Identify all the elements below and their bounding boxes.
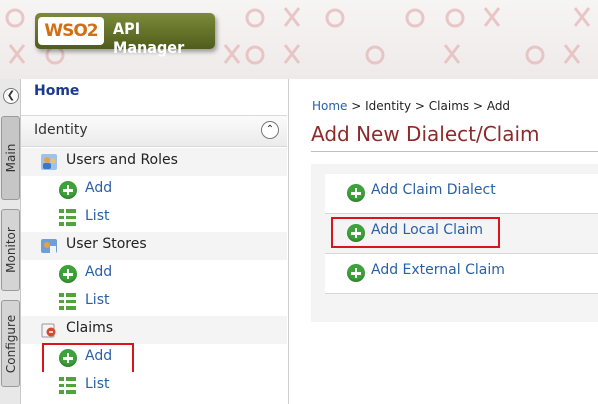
add-icon [59, 181, 77, 199]
product-name: API Manager [113, 19, 185, 57]
menu-group-users-roles[interactable]: Users and Roles [21, 148, 287, 177]
breadcrumb: Home > Identity > Claims > Add [312, 99, 510, 113]
tab-main[interactable]: Main [1, 116, 20, 200]
wso2-logo[interactable]: WSO2 API Manager [35, 13, 215, 57]
tab-configure[interactable]: Configure [1, 300, 20, 387]
tab-configure-label: Configure [3, 314, 18, 373]
add-external-claim-option[interactable]: Add External Claim [325, 254, 598, 294]
title-divider [311, 151, 598, 152]
breadcrumb-path: > Identity > Claims > Add [347, 99, 511, 113]
item-label: List [85, 208, 110, 224]
item-label: Add [85, 264, 113, 280]
collapse-menu-icon[interactable]: ❮ [3, 88, 19, 104]
menu-group-user-stores[interactable]: User Stores [21, 232, 287, 261]
add-icon [59, 265, 77, 283]
option-label: Add Claim Dialect [371, 182, 496, 198]
collapse-section-icon[interactable]: ⌃ [261, 121, 279, 139]
menu-group-claims[interactable]: Claims [21, 316, 287, 345]
claims-icon [41, 323, 56, 338]
add-icon [347, 184, 365, 202]
list-icon [59, 293, 77, 311]
menu-home-link[interactable]: Home [34, 83, 79, 99]
vertical-tab-bar: ❮ Main Monitor Configure [0, 79, 21, 404]
item-label: List [85, 292, 110, 308]
group-label: User Stores [66, 236, 147, 252]
left-menu: Home Identity ⌃ Users and Roles Add List… [21, 79, 289, 404]
page-title: Add New Dialect/Claim [311, 122, 540, 146]
highlight-box [42, 343, 134, 374]
menu-item-claims-list[interactable]: List [21, 372, 287, 400]
header: WSO2 API Manager [0, 0, 598, 79]
section-label: Identity [34, 122, 88, 138]
menu-section-identity[interactable]: Identity ⌃ [21, 115, 287, 147]
list-icon [59, 209, 77, 227]
option-label: Add External Claim [371, 262, 505, 278]
main-content: Home > Identity > Claims > Add Add New D… [289, 79, 598, 404]
users-icon [41, 154, 57, 170]
item-label: Add [85, 180, 113, 196]
highlight-box [331, 217, 500, 248]
tab-monitor-label: Monitor [3, 227, 18, 273]
menu-item-user-stores-list[interactable]: List [21, 288, 287, 316]
add-claim-dialect-option[interactable]: Add Claim Dialect [325, 174, 598, 214]
tab-monitor[interactable]: Monitor [1, 209, 20, 291]
list-icon [59, 377, 77, 395]
group-label: Claims [66, 320, 114, 336]
tab-main-label: Main [3, 143, 18, 173]
user-store-icon [41, 239, 57, 253]
logo-mark: WSO2 [38, 17, 104, 45]
breadcrumb-home-link[interactable]: Home [312, 99, 347, 113]
item-label: List [85, 376, 110, 392]
add-icon [347, 264, 365, 282]
group-label: Users and Roles [66, 152, 178, 168]
menu-item-users-add[interactable]: Add [21, 176, 287, 204]
menu-item-user-stores-add[interactable]: Add [21, 260, 287, 288]
menu-item-users-list[interactable]: List [21, 204, 287, 232]
options-panel: Add Claim Dialect Add Local Claim Add Ex… [311, 164, 598, 322]
